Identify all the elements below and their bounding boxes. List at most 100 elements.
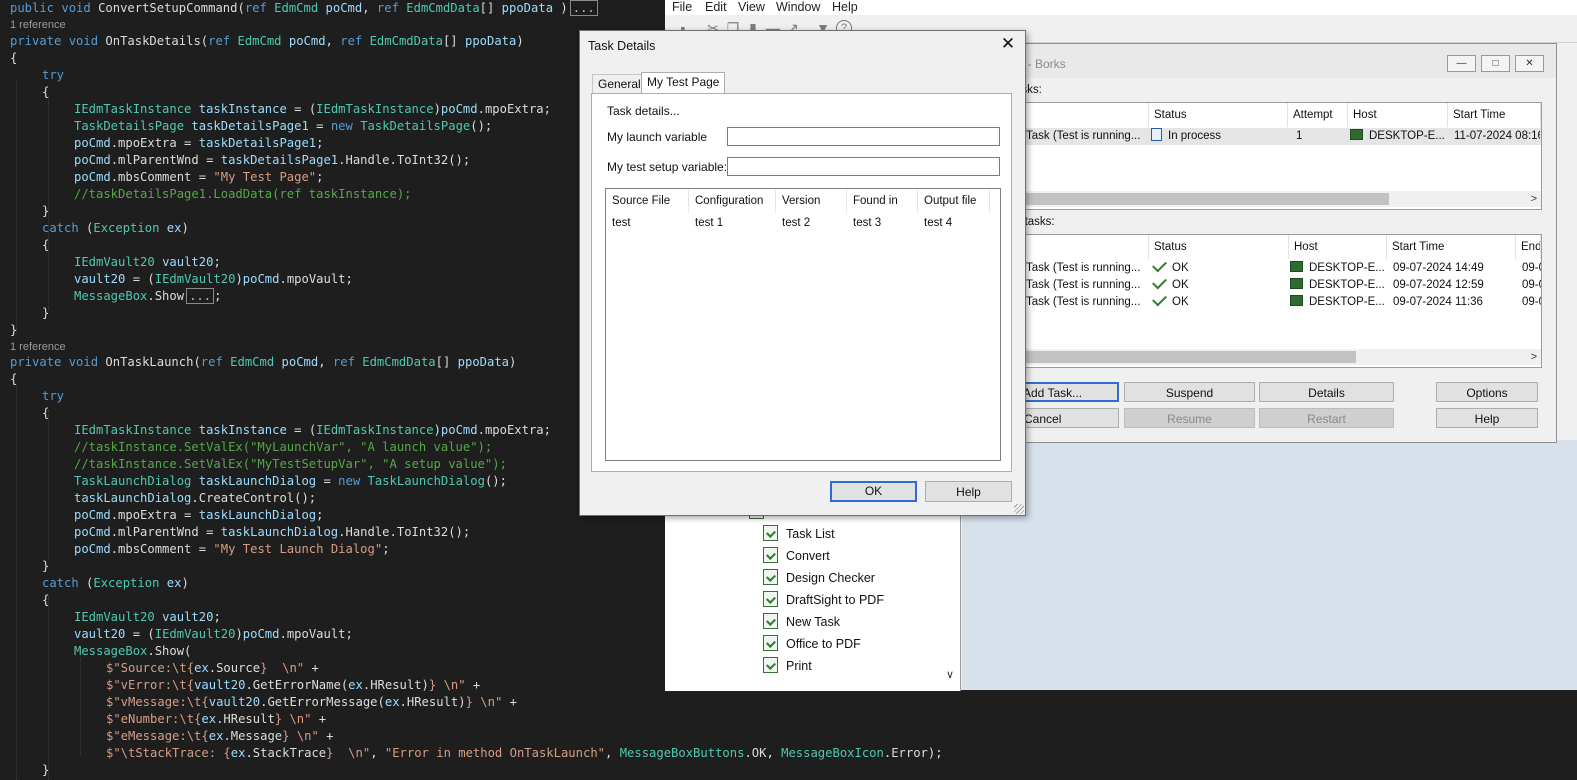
task-icon: [763, 591, 778, 607]
code-line: TaskDetailsPage taskDetailsPage1 = new T…: [74, 118, 492, 135]
column-header-host[interactable]: Host: [1348, 103, 1448, 127]
task-list-window: st - Borks — □ ✕ asks: Status Attempt Ho…: [1004, 43, 1557, 443]
code-token: ,: [605, 746, 620, 760]
close-icon[interactable]: ✕: [999, 35, 1017, 53]
code-token: $"eMessage:\t{: [106, 729, 209, 743]
scroll-right-arrow-icon[interactable]: >: [1531, 191, 1537, 207]
suspend-button[interactable]: Suspend: [1124, 382, 1255, 402]
launch-variable-input[interactable]: [727, 127, 1000, 146]
details-button[interactable]: Details: [1259, 382, 1394, 402]
options-button[interactable]: Options: [1436, 382, 1538, 402]
code-token: .Show(: [147, 644, 192, 658]
task-icon: [763, 635, 778, 651]
code-token: taskLaunchDialog: [220, 525, 339, 539]
code-token: {: [10, 50, 18, 65]
source-file-list[interactable]: Source File Configuration Version Found …: [605, 188, 1001, 461]
in-process-icon: [1151, 128, 1162, 141]
table-row[interactable]: Task (Test is running... In process 1 DE…: [1016, 128, 1541, 145]
code-token: Exception: [93, 220, 167, 235]
cancel-button[interactable]: Cancel: [1015, 408, 1119, 428]
column-header-start-time[interactable]: Start Time: [1448, 103, 1541, 127]
column-header-status[interactable]: Status: [1149, 103, 1288, 127]
ok-button[interactable]: OK: [830, 481, 917, 502]
code-token: .Error);: [883, 746, 943, 760]
horizontal-scrollbar[interactable]: >: [1016, 191, 1541, 207]
menu-help[interactable]: Help: [832, 0, 858, 14]
column-header-source-file[interactable]: Source File: [606, 189, 689, 213]
code-token: taskDetailsPage1: [191, 118, 309, 133]
help-button[interactable]: Help: [1436, 408, 1538, 428]
reference-count[interactable]: 1 reference: [10, 18, 66, 32]
tree-item-print[interactable]: Print: [763, 656, 812, 676]
collapsed-region-button[interactable]: ...: [186, 287, 215, 304]
menu-edit[interactable]: Edit: [705, 0, 727, 14]
code-line: IEdmVault20 vault20;: [74, 609, 221, 626]
code-token: IEdmVault20: [154, 271, 236, 286]
code-token: ): [516, 33, 524, 48]
resume-button[interactable]: Resume: [1124, 408, 1255, 428]
collapsed-region-button[interactable]: ...: [569, 0, 598, 16]
task-icon: [763, 657, 778, 673]
reference-count[interactable]: 1 reference: [10, 340, 66, 354]
tab-my-test-page[interactable]: My Test Page: [641, 72, 726, 94]
tree-item-draftsight-to-pdf[interactable]: DraftSight to PDF: [763, 590, 884, 610]
scroll-right-arrow-icon[interactable]: >: [1531, 349, 1537, 365]
resize-grip[interactable]: [1014, 504, 1024, 514]
help-button[interactable]: Help: [925, 481, 1012, 502]
scrollbar-thumb[interactable]: [1016, 351, 1356, 363]
code-token: $"vError:\t{: [106, 678, 195, 692]
completed-tasks-grid[interactable]: Status Host Start Time End T Task (Test …: [1015, 234, 1542, 368]
tree-item-task-list[interactable]: Task List: [763, 524, 835, 544]
column-header-attempt[interactable]: Attempt: [1288, 103, 1348, 127]
column-header-version[interactable]: Version: [776, 189, 847, 213]
code-token: +: [318, 729, 334, 743]
code-token: TaskDetailsPage: [74, 118, 192, 133]
table-row[interactable]: Task (Test is running... OK DESKTOP-E...…: [1016, 294, 1541, 311]
minimize-button[interactable]: —: [1447, 55, 1476, 72]
table-row[interactable]: Task (Test is running... OK DESKTOP-E...…: [1016, 260, 1541, 277]
scroll-down-arrow-icon[interactable]: ∨: [946, 668, 954, 681]
menu-file[interactable]: File: [672, 0, 692, 14]
code-token: ;: [214, 288, 222, 303]
code-token: $"\tStackTrace: {: [106, 746, 231, 760]
maximize-button[interactable]: □: [1481, 55, 1510, 72]
column-header-output-file[interactable]: Output file: [918, 189, 990, 213]
tab-general[interactable]: General: [592, 74, 647, 94]
tree-item-office-to-pdf[interactable]: Office to PDF: [763, 634, 861, 654]
menu-view[interactable]: View: [738, 0, 765, 14]
column-header-end-time[interactable]: End T: [1516, 235, 1541, 259]
column-header[interactable]: [1016, 103, 1149, 127]
task-list-titlebar[interactable]: st - Borks — □ ✕: [1005, 44, 1556, 78]
menu-window[interactable]: Window: [776, 0, 820, 14]
add-task-button[interactable]: Add Task...: [1015, 382, 1119, 402]
code-token: .mpoExtra =: [110, 508, 199, 522]
vault-explorer-tree[interactable]: ⌄Tasks Task List Convert Design Checker …: [665, 500, 961, 691]
column-header-found-in[interactable]: Found in: [847, 189, 918, 213]
column-header-host[interactable]: Host: [1289, 235, 1387, 259]
close-button[interactable]: ✕: [1515, 55, 1544, 72]
restart-button[interactable]: Restart: [1259, 408, 1394, 428]
setup-variable-input[interactable]: [727, 157, 1000, 176]
code-token: } \n": [282, 729, 319, 743]
scrollbar-thumb[interactable]: [1016, 193, 1389, 205]
code-line: poCmd.mlParentWnd = taskDetailsPage1.Han…: [74, 152, 470, 169]
horizontal-scrollbar[interactable]: >: [1016, 349, 1541, 365]
code-line: $"vMessage:\t{vault20.GetErrorMessage(ex…: [106, 694, 517, 711]
code-token: ;: [316, 135, 324, 150]
table-row[interactable]: Task (Test is running... OK DESKTOP-E...…: [1016, 277, 1541, 294]
code-line: {: [10, 50, 17, 67]
tree-item-design-checker[interactable]: Design Checker: [763, 568, 875, 588]
tree-item-new-task[interactable]: New Task: [763, 612, 840, 632]
active-tasks-grid[interactable]: Status Attempt Host Start Time Task (Tes…: [1015, 102, 1542, 210]
tree-item-convert[interactable]: Convert: [763, 546, 830, 566]
code-token: +: [465, 678, 481, 692]
column-header-configuration[interactable]: Configuration: [689, 189, 776, 213]
code-token: TaskDetailsPage: [360, 118, 471, 133]
code-token: try: [42, 67, 65, 82]
column-header[interactable]: [1016, 235, 1149, 259]
code-token: TaskLaunchDialog: [367, 474, 485, 488]
column-header-start-time[interactable]: Start Time: [1387, 235, 1516, 259]
file-list-pane[interactable]: [962, 440, 1577, 690]
column-header-status[interactable]: Status: [1149, 235, 1289, 259]
computer-icon: [1290, 261, 1303, 272]
